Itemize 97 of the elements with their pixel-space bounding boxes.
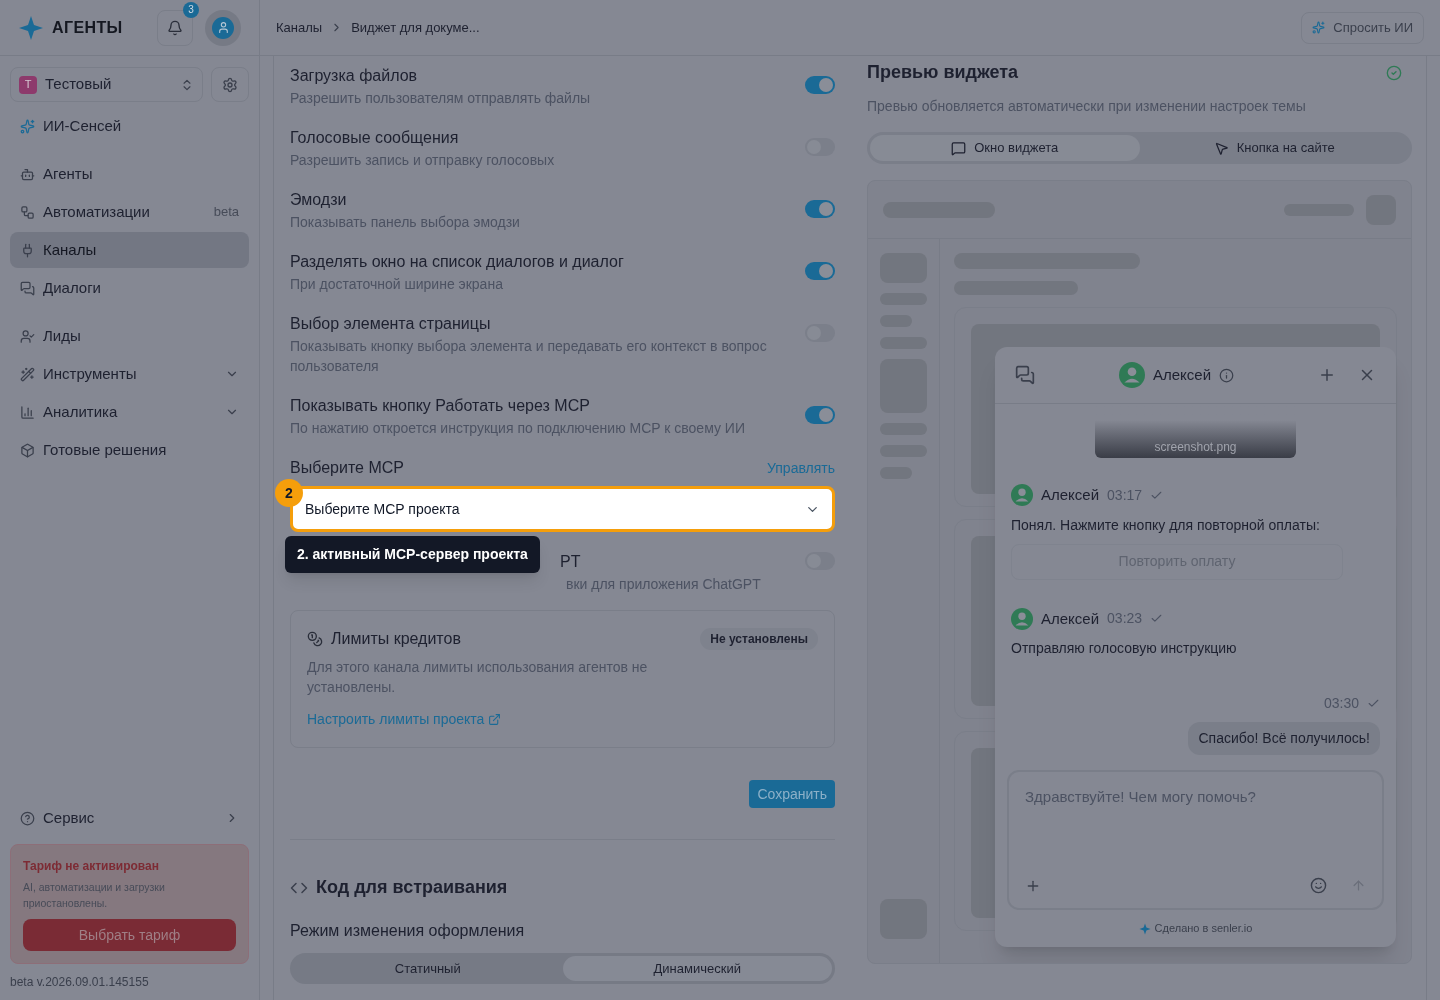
setting-description: Разрешить пользователям отправлять файлы xyxy=(290,89,592,108)
preview-tab[interactable]: Кнопка на сайте xyxy=(1139,135,1409,161)
nav-item[interactable]: Диалоги xyxy=(10,270,249,306)
preview-title: Превью виджета xyxy=(867,61,1019,84)
message-time: 03:17 xyxy=(1107,485,1143,505)
cube-icon xyxy=(20,442,35,458)
breadcrumb-link[interactable]: Каналы xyxy=(276,17,323,38)
chat-icon xyxy=(951,140,967,156)
tariff-title: Тариф не активирован xyxy=(23,858,160,875)
profile-button[interactable] xyxy=(205,9,241,46)
check-circle-icon xyxy=(1386,64,1402,81)
settings-icon xyxy=(222,76,238,93)
message-time: 03:23 xyxy=(1107,609,1143,629)
preview-subtitle: Превью обновляется автоматически при изменении настроек темы xyxy=(867,97,1307,116)
notification-count: 3 xyxy=(183,1,199,18)
sender-name: Алексей xyxy=(1041,608,1100,629)
sparkle-icon xyxy=(20,118,35,134)
mcp-label: Выберите MCP xyxy=(290,458,404,478)
nav-item[interactable]: Агенты xyxy=(10,156,249,192)
save-button[interactable]: Сохранить xyxy=(749,780,835,808)
setting-title: Показывать кнопку Работать через MCP xyxy=(290,396,591,416)
sender-name: Алексей xyxy=(1041,485,1100,505)
sparkle-icon xyxy=(1312,21,1326,34)
coins-icon xyxy=(307,631,323,647)
magic-wand-icon xyxy=(20,366,35,382)
user-icon xyxy=(212,16,234,39)
check-icon xyxy=(1367,697,1380,710)
message-bubble: Спасибо! Всё получилось! xyxy=(1188,722,1380,755)
tour-tooltip: 2. активный MCP-сервер проекта xyxy=(285,536,540,573)
nav-item[interactable]: Аналитика xyxy=(10,394,249,430)
ask-ai-button[interactable]: Спросить ИИ xyxy=(1301,11,1424,44)
external-link-icon xyxy=(488,713,502,726)
chat-bubbles-icon xyxy=(20,280,35,296)
nav-item[interactable]: Каналы xyxy=(10,232,249,268)
preview-tab[interactable]: Окно виджета xyxy=(870,135,1140,161)
info-icon[interactable] xyxy=(1219,367,1235,383)
step-number: 2 xyxy=(275,479,303,507)
robot-icon xyxy=(20,166,35,182)
beta-label: beta xyxy=(213,203,239,222)
toggle-switch[interactable] xyxy=(805,406,835,424)
message-time: 03:30 xyxy=(1323,694,1359,713)
version-text: beta v.2026.09.01.145155 xyxy=(10,974,150,991)
toggle-switch[interactable] xyxy=(805,76,835,94)
avatar-icon xyxy=(1011,484,1033,507)
avatar-icon xyxy=(1118,362,1145,388)
workspace-selector[interactable]: Т Тестовый xyxy=(10,67,203,102)
emoji-icon[interactable] xyxy=(1310,877,1327,894)
bell-icon xyxy=(167,19,183,36)
toggle-switch[interactable] xyxy=(805,262,835,280)
mode-label: Режим изменения оформления xyxy=(290,921,526,941)
ai-sensei-item[interactable]: ИИ-Сенсей xyxy=(10,108,249,144)
plug-icon xyxy=(20,242,35,258)
message-text: Отправляю голосовую инструкцию xyxy=(1011,639,1238,658)
logo-icon xyxy=(1138,922,1151,935)
setting-description: Разрешить запись и отправку голосовых xyxy=(290,151,556,170)
nodes-icon xyxy=(20,204,35,220)
section-title: Код для встраивания xyxy=(316,876,508,899)
nav-item[interactable]: Инструменты xyxy=(10,356,249,392)
mode-tab[interactable]: Статичный xyxy=(293,956,563,981)
chat-bubbles-icon[interactable] xyxy=(1015,365,1035,385)
setting-title: Выбор элемента страницы xyxy=(290,314,492,334)
help-icon xyxy=(20,810,35,826)
nav-item[interactable]: Готовые решения xyxy=(10,432,249,468)
limits-title: Лимиты кредитов xyxy=(331,629,462,649)
limits-text: Для этого канала лимиты использования агентов не установлены. xyxy=(307,658,649,697)
avatar-icon xyxy=(1011,607,1033,630)
send-icon[interactable] xyxy=(1351,878,1366,893)
workspace-avatar: Т xyxy=(19,75,37,94)
setting-title: Загрузка файлов xyxy=(290,66,419,86)
message-text: Понял. Нажмите кнопку для повторной оплаты: xyxy=(1011,515,1321,535)
setting-description: Показывать кнопку выбора элемента и передавать его контекст в вопрос пользователя xyxy=(290,337,768,376)
setting-description: вки для приложения ChatGPT xyxy=(566,575,762,594)
made-with-text: Сделано в senler.io xyxy=(1154,921,1253,937)
setting-title: Эмодзи xyxy=(290,190,348,210)
user-icon xyxy=(20,328,35,344)
agent-name: Алексей xyxy=(1152,364,1212,385)
setting-description: По нажатию откроется инструкция по подключению MCP к своему ИИ xyxy=(290,419,746,438)
setting-title: Разделять окно на список диалогов и диалог xyxy=(290,252,625,272)
logo-text: АГЕНТЫ xyxy=(52,17,123,38)
setting-description: При достаточной ширине экрана xyxy=(290,275,504,294)
bar-chart-icon xyxy=(20,404,35,420)
cursor-icon xyxy=(1213,140,1229,156)
service-item[interactable]: Сервис xyxy=(10,800,249,836)
settings-button[interactable] xyxy=(211,67,249,102)
toggle-switch[interactable] xyxy=(805,200,835,218)
breadcrumb-link[interactable]: Виджет для докуме... xyxy=(351,17,480,38)
mode-tab[interactable]: Динамический xyxy=(562,956,832,981)
plus-icon[interactable] xyxy=(1318,366,1336,384)
tariff-text: AI, автоматизации и загрузки приостановлены. xyxy=(23,880,166,911)
nav-item[interactable]: Лиды xyxy=(10,318,249,354)
choose-tariff-button[interactable]: Выбрать тариф xyxy=(23,919,236,951)
nav-item[interactable]: Автоматизации beta xyxy=(10,194,249,230)
setting-title: Голосовые сообщения xyxy=(290,128,460,148)
setting-description: Показывать панель выбора эмодзи xyxy=(290,213,521,232)
status-badge: Не установлены xyxy=(700,628,818,650)
setting-title: PT xyxy=(560,552,582,572)
logo-icon xyxy=(18,14,44,41)
